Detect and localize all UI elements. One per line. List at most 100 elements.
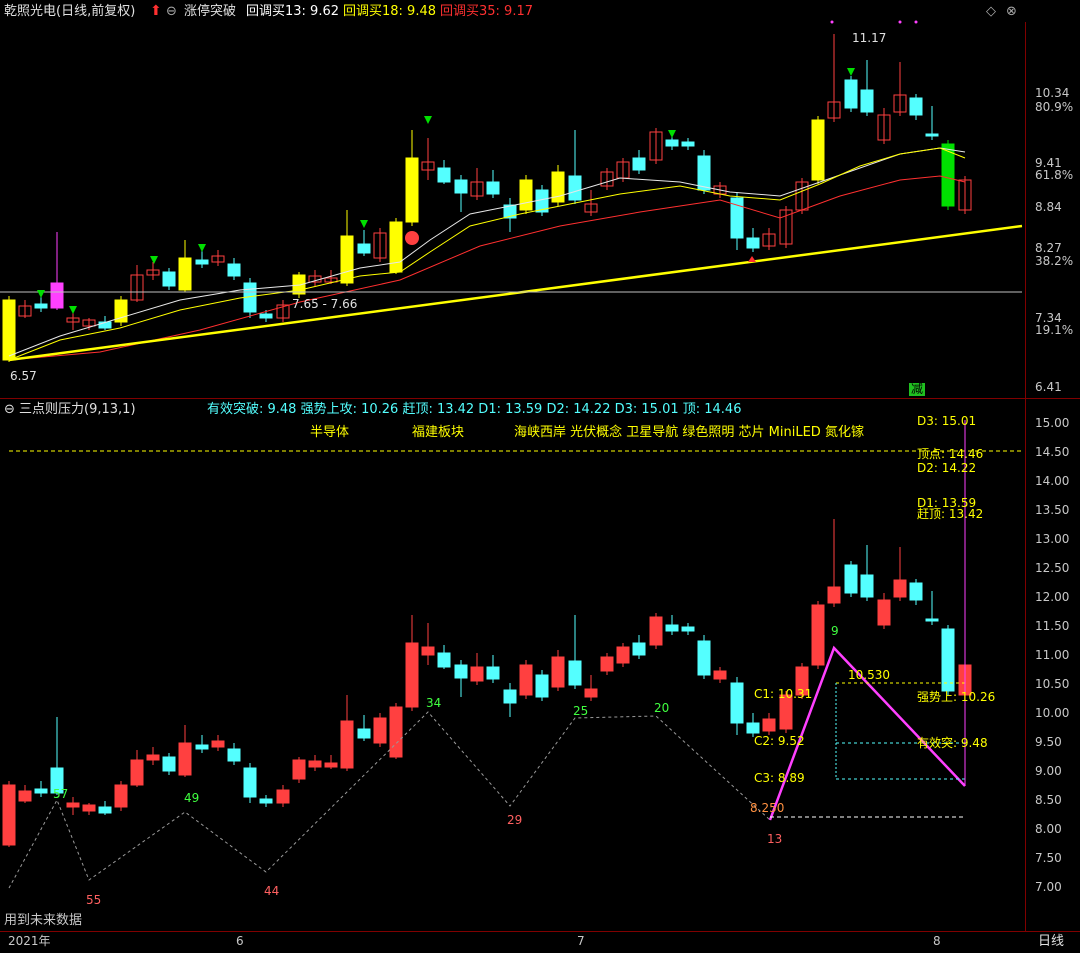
count-label: 44: [264, 884, 280, 898]
candle-body: [616, 646, 630, 664]
c3-label: C3: 8.89: [754, 771, 805, 785]
bottom-y-label: 8.50: [1035, 793, 1062, 807]
count-label: 13: [767, 832, 783, 846]
bottom-y-label: 7.50: [1035, 851, 1062, 865]
candle-body: [519, 179, 533, 211]
signal-ball-icon: [405, 231, 419, 245]
candle-body: [941, 628, 955, 692]
candle-body: [405, 157, 419, 223]
candle-body: [162, 756, 176, 772]
bottom-y-label: 7.00: [1035, 880, 1062, 894]
reduce-badge: 减: [909, 382, 926, 396]
sector-label[interactable]: 半导体: [310, 425, 349, 440]
top-y-label: 6.41: [1035, 380, 1062, 394]
top-y-label: 19.1%: [1035, 323, 1074, 337]
candle-body: [340, 720, 354, 769]
top-y-label: 38.2%: [1035, 254, 1074, 268]
candle-body: [66, 802, 80, 808]
buy-arrow-icon: [37, 290, 45, 298]
candle-body: [860, 89, 874, 113]
d3-tag: D3: 15.01: [917, 414, 977, 428]
candle-body: [227, 263, 241, 277]
candle-body: [421, 646, 435, 656]
ma-red-line: [8, 175, 966, 361]
bottom-y-label: 13.50: [1035, 503, 1070, 517]
bottom-y-label: 15.00: [1035, 416, 1070, 430]
buy-arrow-icon: [69, 306, 77, 314]
candle-body: [568, 175, 582, 201]
top-y-label: 80.9%: [1035, 100, 1074, 114]
candle-body: [860, 574, 874, 598]
sell-arrow-icon: [748, 256, 756, 262]
candle-body: [632, 642, 646, 656]
sector-label[interactable]: 海峡西岸 光伏概念 卫星导航 绿色照明 芯片 MiniLED 氮化镓: [514, 425, 864, 440]
bottom-y-label: 9.50: [1035, 735, 1062, 749]
count-label: 55: [86, 893, 102, 907]
candle-body: [34, 788, 48, 794]
bottom-y-label: 10.50: [1035, 677, 1070, 691]
marker-dot-icon: [914, 20, 918, 24]
candle-body: [292, 759, 306, 780]
x-axis-label: 8: [933, 934, 941, 948]
candle-body: [844, 79, 858, 109]
footnote: 用到未来数据: [4, 913, 83, 928]
marker-dot-icon: [830, 20, 834, 24]
candle-body: [259, 798, 273, 804]
candle-body: [324, 762, 338, 768]
candle-body: [811, 119, 825, 181]
top-y-label: 61.8%: [1035, 168, 1074, 182]
candle-body: [405, 642, 419, 708]
candle-body: [276, 789, 290, 804]
count-label: 49: [184, 791, 200, 805]
candle-body: [925, 133, 939, 137]
count-label: 20: [654, 701, 670, 715]
candle-body: [584, 688, 598, 698]
candle-body: [519, 664, 533, 696]
candle-body: [681, 626, 695, 632]
candle-body: [746, 237, 760, 249]
count-label: 57: [53, 787, 69, 801]
candle-body: [308, 760, 322, 768]
youxiao-tag: 有效突: 9.48: [917, 736, 988, 750]
sector-label[interactable]: 福建板块: [412, 425, 464, 440]
indicator-title[interactable]: ⊖ 三点则压力(9,13,1): [4, 402, 136, 417]
top-y-label: 10.34: [1035, 86, 1070, 100]
chart-canvas[interactable]: [0, 0, 1080, 953]
bottom-y-label: 14.50: [1035, 445, 1070, 459]
bottom-y-label: 10.00: [1035, 706, 1070, 720]
high-price-label: 11.17: [852, 31, 887, 45]
candle-body: [82, 804, 96, 812]
candle-body: [844, 564, 858, 594]
candle-body: [357, 243, 371, 254]
candle-body: [2, 299, 16, 361]
low-price-label: 6.57: [10, 369, 37, 383]
candle-body: [437, 167, 451, 183]
period-button[interactable]: 日线: [1038, 934, 1064, 949]
candle-body: [389, 221, 403, 273]
count-label: 9: [831, 624, 839, 638]
bottom-y-label: 12.50: [1035, 561, 1070, 575]
candle-body: [178, 742, 192, 776]
bottom-y-label: 11.50: [1035, 619, 1070, 633]
candle-body: [827, 586, 841, 604]
candle-body: [227, 748, 241, 762]
candle-body: [486, 181, 500, 195]
buy-arrow-icon: [150, 256, 158, 264]
c1-label: C1: 10.31: [754, 687, 813, 701]
buy-arrow-icon: [198, 244, 206, 252]
candle-body: [746, 722, 760, 734]
candle-body: [34, 303, 48, 309]
bottom-y-label: 9.00: [1035, 764, 1062, 778]
top-y-label: 8.84: [1035, 200, 1062, 214]
candle-body: [130, 759, 144, 786]
candle-body: [665, 624, 679, 632]
candle-body: [568, 660, 582, 686]
candle-body: [373, 717, 387, 744]
candle-body: [211, 740, 225, 748]
candle-body: [340, 235, 354, 284]
settings-circle-icon[interactable]: ⊖: [4, 402, 19, 417]
candle-body: [454, 179, 468, 194]
c2-label: C2: 9.52: [754, 734, 805, 748]
buy-arrow-icon: [360, 220, 368, 228]
peak-label: 10.530: [848, 668, 890, 682]
